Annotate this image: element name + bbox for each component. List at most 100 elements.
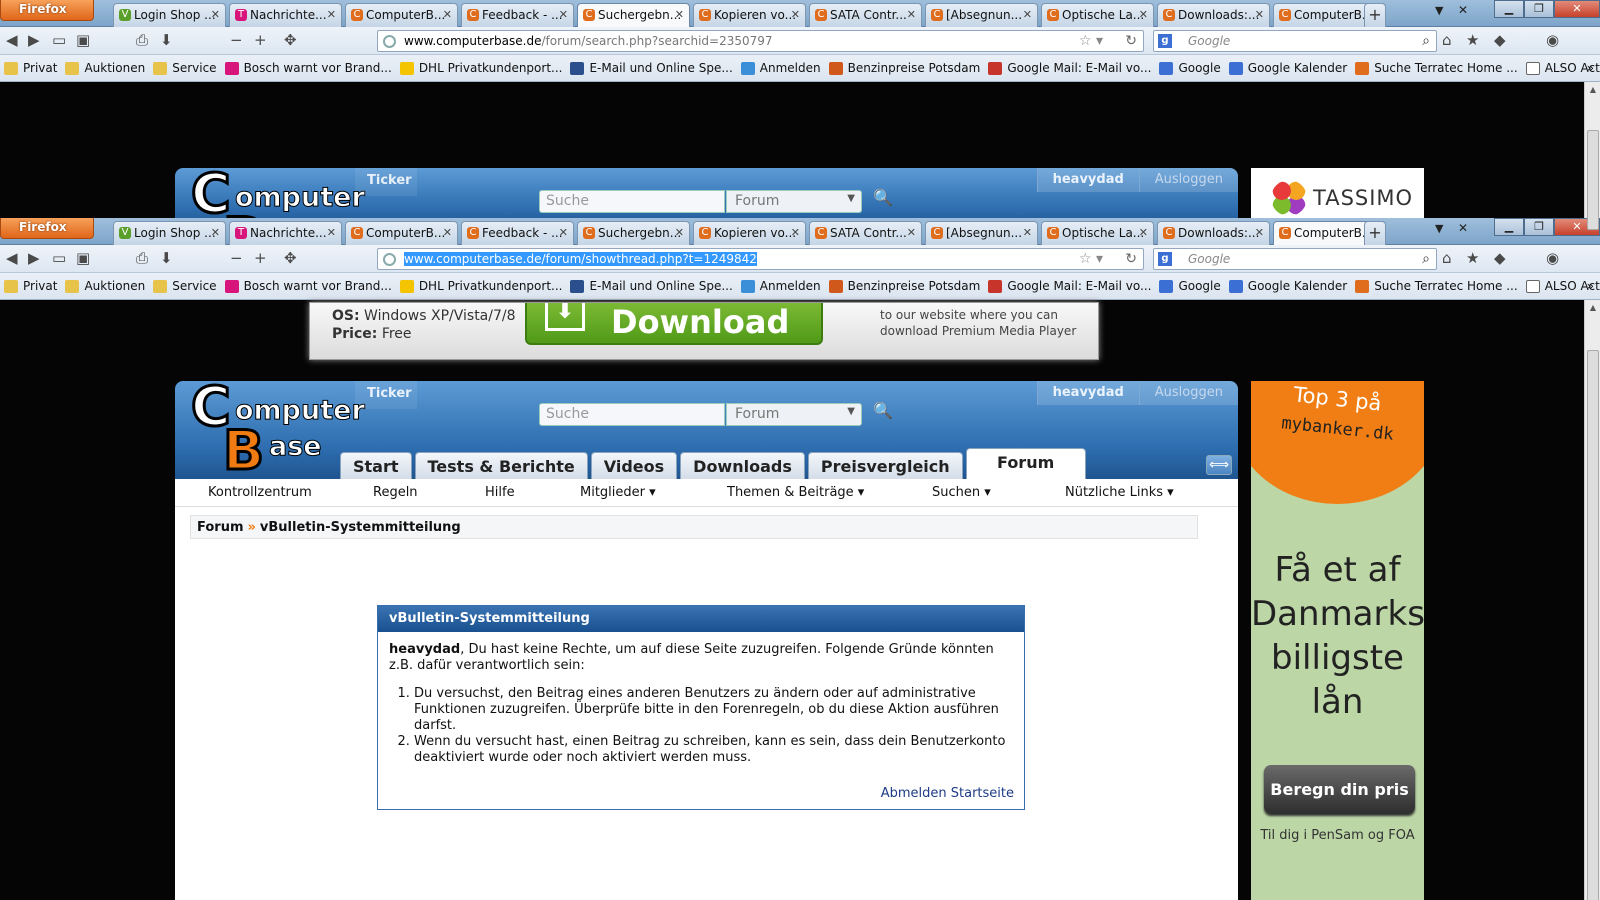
computerbase-logo[interactable]: C omputer B ase: [189, 374, 366, 484]
logout-link[interactable]: Ausloggen: [1138, 168, 1238, 192]
download-button[interactable]: ⬇ Download: [525, 303, 823, 345]
ad-calculate-button[interactable]: Beregn din pris: [1264, 765, 1415, 814]
browser-tab[interactable]: CComputerB...✕: [345, 221, 458, 245]
tab-close-icon[interactable]: ✕: [1023, 8, 1032, 21]
bookmark-item[interactable]: Anmelden: [740, 61, 821, 75]
computerbase-logo[interactable]: C omputer B ase: [189, 161, 366, 219]
scroll-up-icon[interactable]: ▲: [1585, 300, 1600, 316]
bookmark-item[interactable]: E-Mail und Online Spe...: [570, 61, 733, 75]
abp-icon[interactable]: ◉: [1546, 32, 1559, 48]
subnav-item[interactable]: Themen & Beiträge ▾: [727, 485, 864, 500]
bookmark-item[interactable]: Privat: [4, 279, 57, 293]
tab-close-icon[interactable]: ✕: [1255, 8, 1264, 21]
home-icon[interactable]: ⌂: [1442, 32, 1452, 48]
window-icon[interactable]: ▭: [52, 32, 66, 48]
download-banner-ad[interactable]: OS: Windows XP/Vista/7/8 Price: Free ⬇ Do…: [309, 302, 1099, 360]
scroll-up-icon[interactable]: ▲: [1585, 82, 1600, 98]
bookmark-item[interactable]: Bosch warnt vor Brand...: [224, 279, 392, 293]
browser-tab[interactable]: C Downloads:... ✕: [1157, 3, 1270, 27]
nav-tab[interactable]: Forum: [965, 448, 1086, 479]
search-icon[interactable]: 🔍: [873, 188, 893, 207]
browser-tab[interactable]: C Suchergebn... ✕: [577, 3, 690, 27]
browser-tab[interactable]: C Optische La... ✕: [1041, 3, 1154, 27]
bookmarks-icon[interactable]: ★: [1466, 250, 1479, 266]
tab-close-icon[interactable]: ✕: [791, 226, 800, 239]
forward-icon[interactable]: ▶: [28, 32, 40, 48]
reload-icon[interactable]: ↻: [1125, 31, 1137, 51]
ticker-link[interactable]: Ticker: [355, 168, 417, 196]
site-search-input[interactable]: Suche: [539, 190, 725, 213]
browser-tab[interactable]: C SATA Contr... ✕: [809, 221, 922, 245]
maximize-button[interactable]: ❐: [1524, 218, 1554, 236]
zoom-out-icon[interactable]: −: [230, 32, 243, 48]
search-box[interactable]: g Google ⌕: [1153, 30, 1437, 52]
bookmark-item[interactable]: Google Mail: E-Mail vo...: [988, 279, 1151, 293]
tab-close-icon[interactable]: ✕: [443, 226, 452, 239]
print-icon[interactable]: ⎙: [136, 32, 148, 48]
close-tab-icon[interactable]: ✕: [1458, 3, 1468, 17]
browser-tab[interactable]: C Feedback - ... ✕: [461, 221, 574, 245]
site-search-input[interactable]: Suche: [539, 403, 725, 426]
search-scope-select[interactable]: Forum ▼: [726, 403, 862, 426]
search-scope-select[interactable]: Forum ▼: [726, 190, 862, 213]
list-all-tabs-icon[interactable]: ▼: [1435, 222, 1443, 235]
bookmarks-overflow-icon[interactable]: »: [1587, 279, 1594, 293]
zoom-in-icon[interactable]: +: [254, 32, 267, 48]
window-icon[interactable]: ▭: [52, 250, 66, 266]
zoom-in-icon[interactable]: +: [254, 250, 267, 266]
bookmark-item[interactable]: Google Mail: E-Mail vo...: [988, 61, 1151, 75]
url-bar[interactable]: www.computerbase.de/forum/showthread.php…: [377, 248, 1144, 270]
tab-close-icon[interactable]: ✕: [1255, 226, 1264, 239]
browser-tab[interactable]: T Nachrichte... ✕: [229, 3, 342, 27]
addon-icon[interactable]: ▣: [76, 32, 90, 48]
move-icon[interactable]: ✥: [284, 250, 297, 266]
bookmark-item[interactable]: Bosch warnt vor Brand...: [224, 61, 392, 75]
bookmark-item[interactable]: Suche Terratec Home ...: [1355, 279, 1518, 293]
bookmarks-icon[interactable]: ★: [1466, 32, 1479, 48]
browser-tab[interactable]: C [Absegnun... ✕: [925, 221, 1038, 245]
firefox-menu-button[interactable]: Firefox: [0, 218, 94, 239]
tab-close-icon[interactable]: ✕: [559, 226, 568, 239]
bookmark-item[interactable]: Benzinpreise Potsdam: [828, 279, 980, 293]
abp-icon[interactable]: ◉: [1546, 250, 1559, 266]
tab-close-icon[interactable]: ✕: [1023, 226, 1032, 239]
url-bar[interactable]: www.computerbase.de/forum/search.php?sea…: [377, 30, 1144, 52]
browser-tab[interactable]: V Login Shop ... ✕: [113, 3, 226, 27]
bookmark-item[interactable]: Benzinpreise Potsdam: [828, 61, 980, 75]
subnav-item[interactable]: Nützliche Links ▾: [1065, 485, 1174, 500]
move-icon[interactable]: ✥: [284, 32, 297, 48]
tab-close-icon[interactable]: ✕: [443, 8, 452, 21]
vertical-scrollbar[interactable]: ▲: [1584, 300, 1600, 900]
back-icon[interactable]: ◀: [6, 250, 18, 266]
subnav-item[interactable]: Mitglieder ▾: [580, 485, 656, 500]
homepage-link[interactable]: Startseite: [951, 786, 1014, 801]
new-tab-button[interactable]: +: [1364, 3, 1386, 27]
ticker-link[interactable]: Ticker: [355, 381, 417, 409]
subnav-item[interactable]: Regeln: [373, 485, 418, 500]
bookmark-item[interactable]: Service: [153, 279, 217, 293]
bookmark-item[interactable]: Google Kalender: [1228, 279, 1347, 293]
bookmarks-overflow-icon[interactable]: »: [1587, 61, 1594, 75]
expand-width-icon[interactable]: ⟺: [1206, 455, 1232, 475]
bookmark-star-icon[interactable]: ☆ ▾: [1079, 249, 1103, 269]
browser-tab[interactable]: V Login Shop ... ✕: [113, 221, 226, 245]
browser-tab[interactable]: C Kopieren vo... ✕: [693, 3, 806, 27]
search-icon[interactable]: 🔍: [873, 401, 893, 420]
username-link[interactable]: heavydad: [1036, 381, 1139, 405]
bookmark-item[interactable]: Auktionen: [65, 61, 145, 75]
browser-tab[interactable]: C Downloads:... ✕: [1157, 221, 1270, 245]
bookmark-item[interactable]: DHL Privatkundenport...: [399, 279, 562, 293]
tab-close-icon[interactable]: ✕: [1139, 226, 1148, 239]
tab-close-icon[interactable]: ✕: [1139, 8, 1148, 21]
minimize-button[interactable]: ▁: [1494, 0, 1524, 18]
scrollbar-thumb[interactable]: [1587, 350, 1599, 900]
print-icon[interactable]: ⎙: [136, 250, 148, 266]
vertical-scrollbar-back[interactable]: ▲: [1584, 82, 1600, 230]
bookmark-item[interactable]: Service: [153, 61, 217, 75]
maximize-button[interactable]: ❐: [1524, 0, 1554, 18]
addon-fritz-icon[interactable]: ◆: [1494, 250, 1506, 266]
tab-close-icon[interactable]: ✕: [559, 8, 568, 21]
bookmark-item[interactable]: DHL Privatkundenport...: [399, 61, 562, 75]
nav-tab[interactable]: Downloads: [680, 452, 805, 479]
tab-close-icon[interactable]: ✕: [675, 8, 684, 21]
